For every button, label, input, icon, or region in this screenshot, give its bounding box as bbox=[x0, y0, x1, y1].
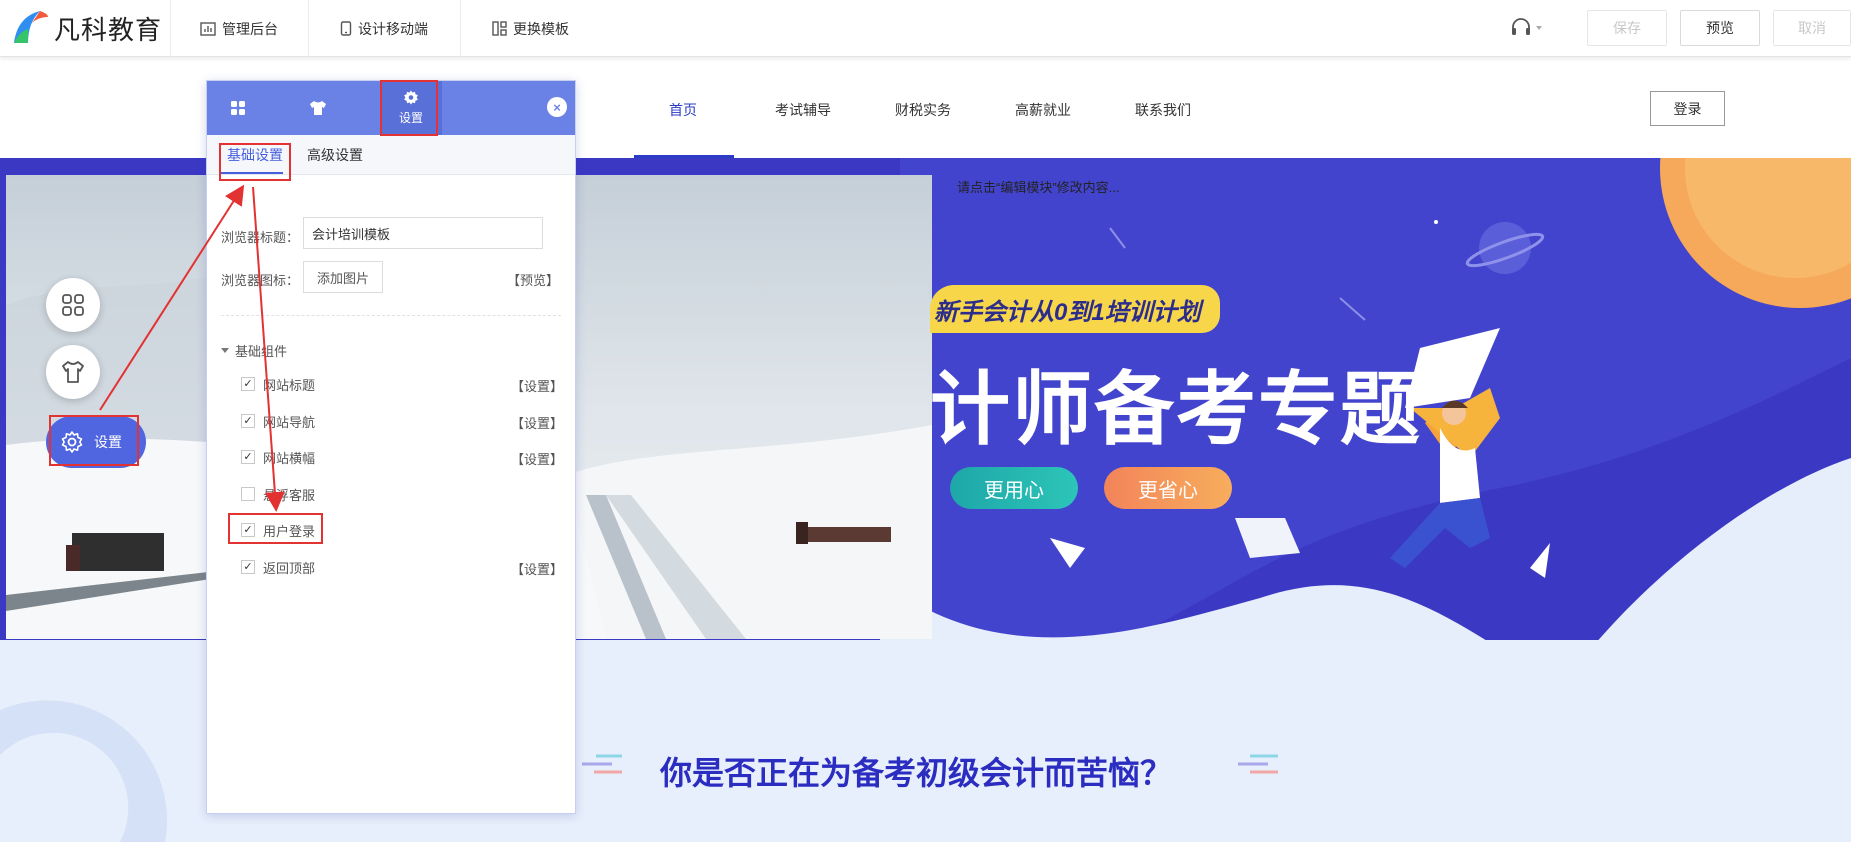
banner-title: 计师备考专题 bbox=[930, 363, 1422, 456]
icon-preview-link[interactable]: 【预览】 bbox=[507, 270, 559, 289]
logo-icon bbox=[10, 9, 50, 47]
preview-button[interactable]: 预览 bbox=[1680, 10, 1760, 46]
shirt-icon bbox=[310, 101, 326, 115]
save-button[interactable]: 保存 bbox=[1587, 10, 1667, 46]
component-settings-link[interactable]: 【设置】 bbox=[511, 449, 563, 468]
grid-icon bbox=[62, 294, 84, 316]
subtab-basic-settings[interactable]: 基础设置 bbox=[227, 135, 283, 175]
right-deco-lines bbox=[1238, 754, 1278, 774]
nav-item-tax[interactable]: 财税实务 bbox=[895, 100, 951, 120]
nav-item-exam[interactable]: 考试辅导 bbox=[775, 100, 831, 120]
design-mobile-label: 设计移动端 bbox=[358, 20, 428, 37]
edit-module-hint: 请点击“编辑模块”修改内容... bbox=[957, 180, 1120, 195]
tab-theme[interactable] bbox=[287, 81, 349, 135]
component-site-banner: ✓ 网站横幅 【设置】 bbox=[241, 447, 563, 467]
checkbox-checked[interactable]: ✓ bbox=[241, 377, 255, 391]
checkbox-checked[interactable]: ✓ bbox=[241, 523, 255, 537]
theme-float-button[interactable] bbox=[46, 345, 100, 399]
component-label: 悬浮客服 bbox=[263, 487, 316, 503]
change-template-label: 更换模板 bbox=[513, 20, 569, 37]
basic-components-group[interactable]: 基础组件 bbox=[221, 341, 287, 360]
cancel-button[interactable]: 取消 bbox=[1773, 10, 1851, 46]
component-back-to-top: ✓ 返回顶部 【设置】 bbox=[241, 557, 563, 577]
chevron-down-icon bbox=[1536, 26, 1542, 30]
panel-subtabs: 基础设置 高级设置 bbox=[207, 135, 575, 175]
banner-tagline: 新手会计从0到1培训计划 bbox=[930, 285, 1220, 333]
tab-settings[interactable]: 设置 bbox=[380, 81, 442, 135]
checkbox-checked[interactable]: ✓ bbox=[241, 414, 255, 428]
admin-backend-label: 管理后台 bbox=[222, 20, 278, 37]
group-title-label: 基础组件 bbox=[235, 344, 288, 359]
component-label: 返回顶部 bbox=[263, 560, 316, 576]
divider bbox=[221, 315, 561, 316]
checkbox-checked[interactable]: ✓ bbox=[241, 450, 255, 464]
headset-icon bbox=[1512, 18, 1530, 35]
divider bbox=[460, 0, 461, 57]
settings-float-button[interactable]: 设置 bbox=[46, 416, 146, 468]
left-deco-lines bbox=[582, 754, 622, 774]
tab-settings-label: 设置 bbox=[398, 111, 423, 125]
nav-item-home[interactable]: 首页 bbox=[669, 100, 697, 120]
component-settings-link[interactable]: 【设置】 bbox=[511, 413, 563, 432]
logo-text: 凡科教育 bbox=[54, 15, 163, 46]
shirt-icon bbox=[62, 361, 84, 383]
mobile-icon bbox=[340, 21, 352, 36]
change-template-button[interactable]: 更换模板 bbox=[492, 0, 569, 57]
component-settings-link[interactable]: 【设置】 bbox=[511, 559, 563, 578]
browser-icon-label: 浏览器图标： bbox=[221, 273, 300, 288]
panel-tab-bar: 设置 × bbox=[207, 81, 575, 135]
component-label: 用户登录 bbox=[263, 523, 316, 539]
component-label: 网站标题 bbox=[263, 377, 316, 393]
decorative-ring bbox=[0, 700, 167, 842]
caret-down-icon bbox=[221, 348, 229, 353]
customer-support[interactable] bbox=[1510, 17, 1542, 39]
checkbox-unchecked[interactable] bbox=[241, 487, 255, 501]
gear-icon bbox=[404, 90, 418, 105]
component-site-nav: ✓ 网站导航 【设置】 bbox=[241, 411, 563, 431]
component-settings-link[interactable]: 【设置】 bbox=[511, 376, 563, 395]
admin-backend-button[interactable]: 管理后台 bbox=[200, 0, 278, 57]
browser-title-input[interactable] bbox=[303, 217, 543, 249]
nav-item-contact[interactable]: 联系我们 bbox=[1135, 100, 1191, 120]
divider bbox=[170, 0, 171, 57]
browser-title-label: 浏览器标题： bbox=[221, 230, 300, 245]
banner-pill-left[interactable]: 更用心 bbox=[950, 467, 1078, 509]
template-icon bbox=[492, 21, 507, 36]
gear-icon bbox=[61, 431, 83, 453]
component-floating-service: 悬浮客服 bbox=[241, 484, 563, 504]
nav-item-jobs[interactable]: 高薪就业 bbox=[1015, 100, 1071, 120]
component-label: 网站横幅 bbox=[263, 450, 316, 466]
login-button[interactable]: 登录 bbox=[1650, 91, 1725, 126]
settings-panel: 设置 × 基础设置 高级设置 浏览器标题： 浏览器图标： 添加图片 【预览】 基… bbox=[206, 80, 576, 814]
section-question: 你是否正在为备考初级会计而苦恼？ bbox=[660, 755, 1173, 791]
design-mobile-button[interactable]: 设计移动端 bbox=[340, 0, 428, 57]
component-site-title: ✓ 网站标题 【设置】 bbox=[241, 374, 563, 394]
tab-modules[interactable] bbox=[207, 81, 269, 135]
add-image-button[interactable]: 添加图片 bbox=[303, 261, 383, 293]
close-icon[interactable]: × bbox=[547, 97, 567, 117]
editor-toolbar: 凡科教育 管理后台 设计移动端 更换模板 保存 预览 取消 bbox=[0, 0, 1851, 57]
subtab-advanced-settings[interactable]: 高级设置 bbox=[307, 135, 363, 175]
subtab-active-indicator bbox=[221, 172, 283, 174]
component-user-login: ✓ 用户登录 bbox=[241, 520, 563, 540]
logo[interactable]: 凡科教育 bbox=[10, 8, 162, 48]
chart-icon bbox=[200, 21, 216, 36]
divider bbox=[308, 0, 309, 57]
settings-float-label: 设置 bbox=[94, 434, 122, 450]
grid-icon bbox=[231, 101, 245, 115]
modules-float-button[interactable] bbox=[46, 278, 100, 332]
component-label: 网站导航 bbox=[263, 414, 316, 430]
checkbox-checked[interactable]: ✓ bbox=[241, 560, 255, 574]
banner-pill-right[interactable]: 更省心 bbox=[1104, 467, 1232, 509]
